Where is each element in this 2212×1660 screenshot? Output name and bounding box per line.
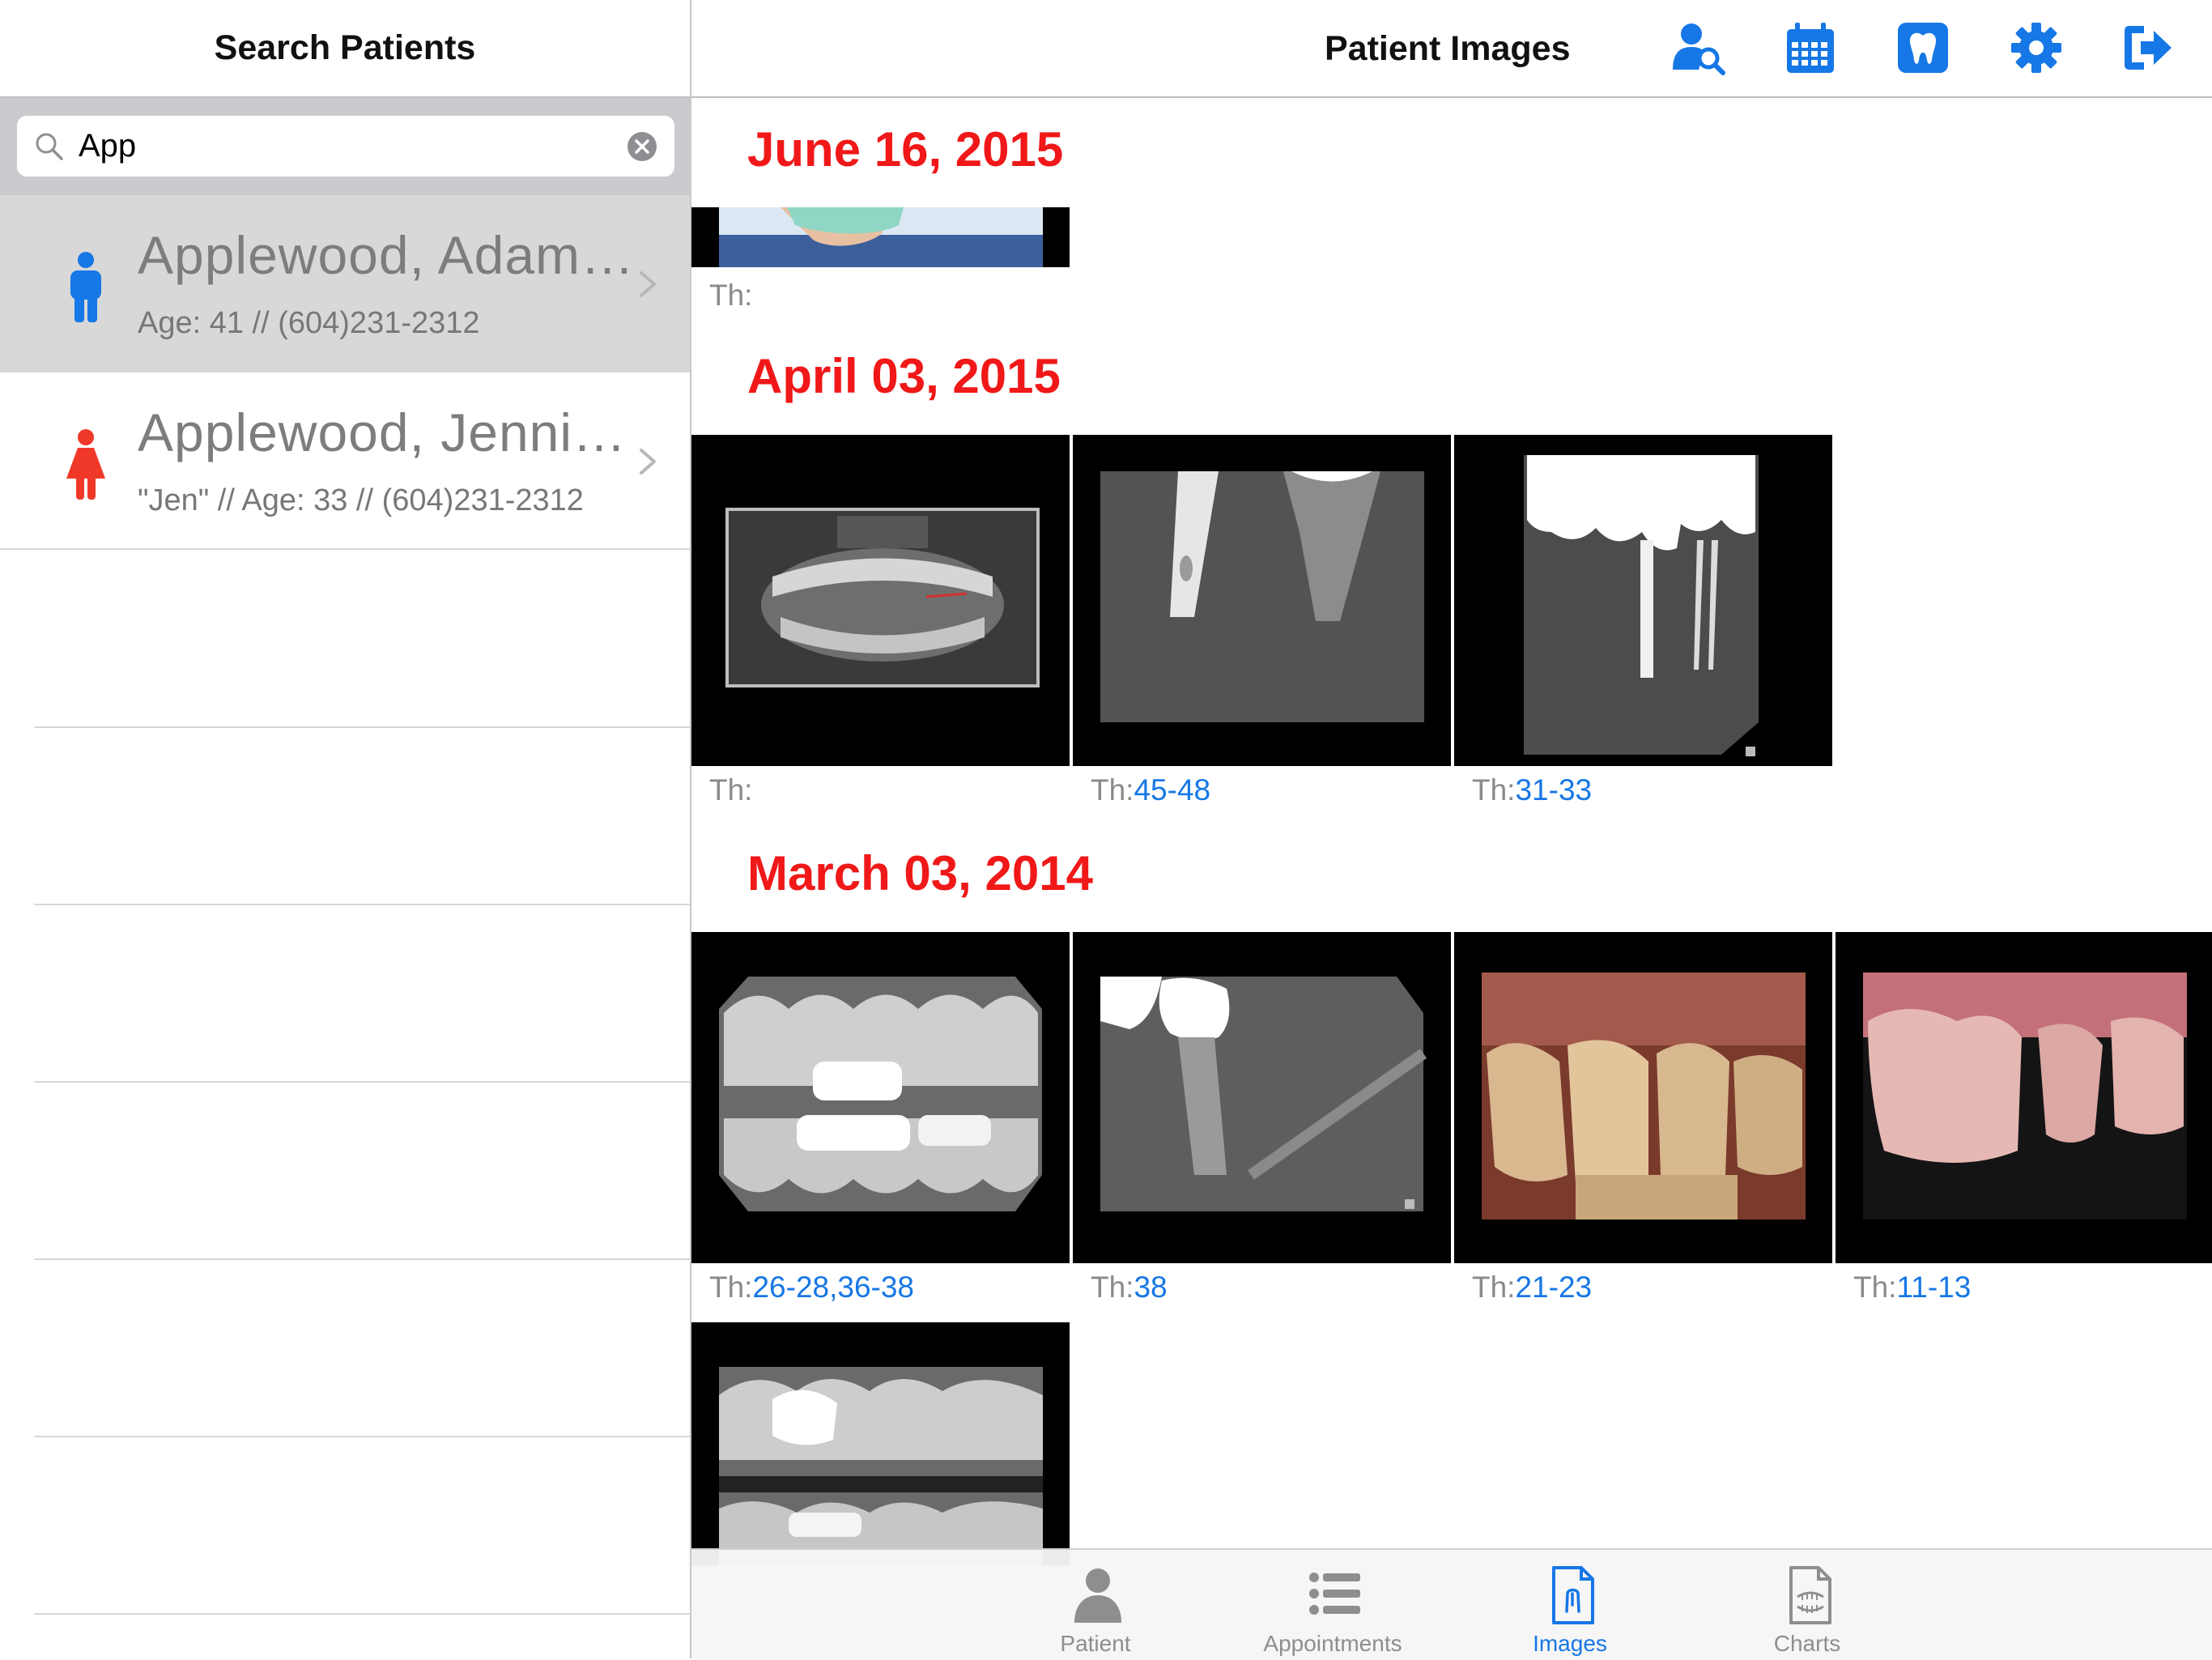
patient-name: Applewood, Jenni… [138,402,627,462]
tab-charts[interactable]: Charts [1718,1550,1896,1660]
tab-patient[interactable]: Patient [1006,1550,1185,1660]
tooth-numbers-link[interactable]: 21-23 [1515,1271,1592,1304]
date-header: April 03, 2015 [747,349,1061,403]
caption-prefix: Th: [1472,773,1516,807]
panoramic-xray [691,435,1070,766]
patient-name: Applewood, Adam… [138,225,636,285]
gear-icon[interactable] [2008,19,2065,76]
page-title: Patient Images [1325,29,1571,68]
tab-bar: Patient Appointments Images Charts [691,1548,2212,1660]
tab-label: Charts [1773,1631,1841,1656]
tab-images[interactable]: Images [1481,1550,1659,1660]
image-thumbnail[interactable] [1073,932,1451,1263]
molar-xray [1073,932,1451,1263]
image-caption: Th:11-13 [1853,1271,1971,1305]
image-thumbnail[interactable] [1836,932,2212,1263]
calendar-icon[interactable] [1782,19,1839,76]
caption-prefix: Th: [1091,1271,1134,1304]
image-thumbnail[interactable] [691,207,1070,267]
logout-icon[interactable] [2120,19,2176,76]
patient-search-panel: Search Patients Applewood, Adam… Age: 41… [0,0,691,1658]
search-field[interactable] [17,116,674,177]
bitewing-xray [691,932,1070,1263]
caption-prefix: Th: [709,773,753,807]
chevron-right-icon [640,271,656,297]
tooth-icon[interactable] [1895,19,1951,76]
row-separator [34,904,690,905]
male-patient-icon [70,252,101,322]
bridge-xray [1454,435,1832,766]
caption-prefix: Th: [1091,773,1134,807]
caption-prefix: Th: [1472,1271,1516,1304]
tooth-numbers-link[interactable]: 45-48 [1134,773,1210,807]
patient-row[interactable]: Applewood, Jenni… "Jen" // Age: 33 // (6… [0,372,690,550]
image-thumbnail[interactable] [691,932,1070,1263]
patient-info: "Jen" // Age: 33 // (604)231-2312 [138,483,584,517]
patient-images-panel: Patient Images June 16, 2015 Th: April 0… [691,0,2212,1660]
search-input[interactable] [79,124,605,168]
caption-prefix: Th: [709,279,753,312]
search-bar [0,98,690,195]
tooth-numbers-link[interactable]: 11-13 [1896,1271,1971,1304]
image-caption: Th:38 [1091,1271,1168,1305]
row-separator [34,1613,690,1615]
image-caption: Th:31-33 [1472,773,1592,807]
tab-appointments[interactable]: Appointments [1244,1550,1422,1660]
tab-label: Appointments [1263,1631,1402,1656]
navigation-bar: Patient Images [691,0,2212,98]
image-thumbnail[interactable] [1454,932,1832,1263]
tooth-numbers-link[interactable]: 26-28,36-38 [752,1271,914,1304]
anterior-teeth-photo [1454,932,1832,1263]
image-thumbnail[interactable] [1454,435,1832,766]
person-icon [1074,1568,1121,1623]
patient-info: Age: 41 // (604)231-2312 [138,306,480,340]
image-caption: Th:45-48 [1091,773,1210,807]
list-icon [1309,1573,1360,1615]
clear-search-icon[interactable] [626,130,658,163]
bitewing-xray [691,1322,1070,1565]
row-separator [34,726,690,728]
row-separator [34,1436,690,1437]
tab-label: Patient [1060,1631,1131,1656]
image-thumbnail[interactable] [691,1322,1070,1565]
search-patients-title: Search Patients [0,0,690,98]
row-separator [34,1258,690,1260]
date-header: March 03, 2014 [747,846,1093,900]
patient-search-icon[interactable] [1670,19,1726,76]
caption-prefix: Th: [1853,1271,1897,1304]
image-thumbnail[interactable] [1073,435,1451,766]
date-header: June 16, 2015 [747,122,1064,177]
image-caption: Th:26-28,36-38 [709,1271,914,1305]
periapical-xray [1073,435,1451,766]
image-thumbnail[interactable] [691,435,1070,766]
incisor-photo [1836,932,2212,1263]
tooth-numbers-link[interactable]: 31-33 [1515,773,1592,807]
tab-label: Images [1533,1631,1607,1656]
female-patient-icon [66,429,105,500]
tooth-numbers-link[interactable]: 38 [1134,1271,1167,1304]
chevron-right-icon [640,449,656,475]
row-separator [34,1081,690,1083]
image-caption: Th: [709,773,752,807]
caption-prefix: Th: [709,1271,753,1304]
patient-row[interactable]: Applewood, Adam… Age: 41 // (604)231-231… [0,195,690,372]
xray-document-icon [1552,1566,1594,1624]
dental-chart-icon [1789,1566,1831,1624]
image-caption: Th:21-23 [1472,1271,1592,1305]
image-caption: Th: [709,279,752,313]
search-icon [36,133,63,160]
clinician-photo [691,207,1070,267]
